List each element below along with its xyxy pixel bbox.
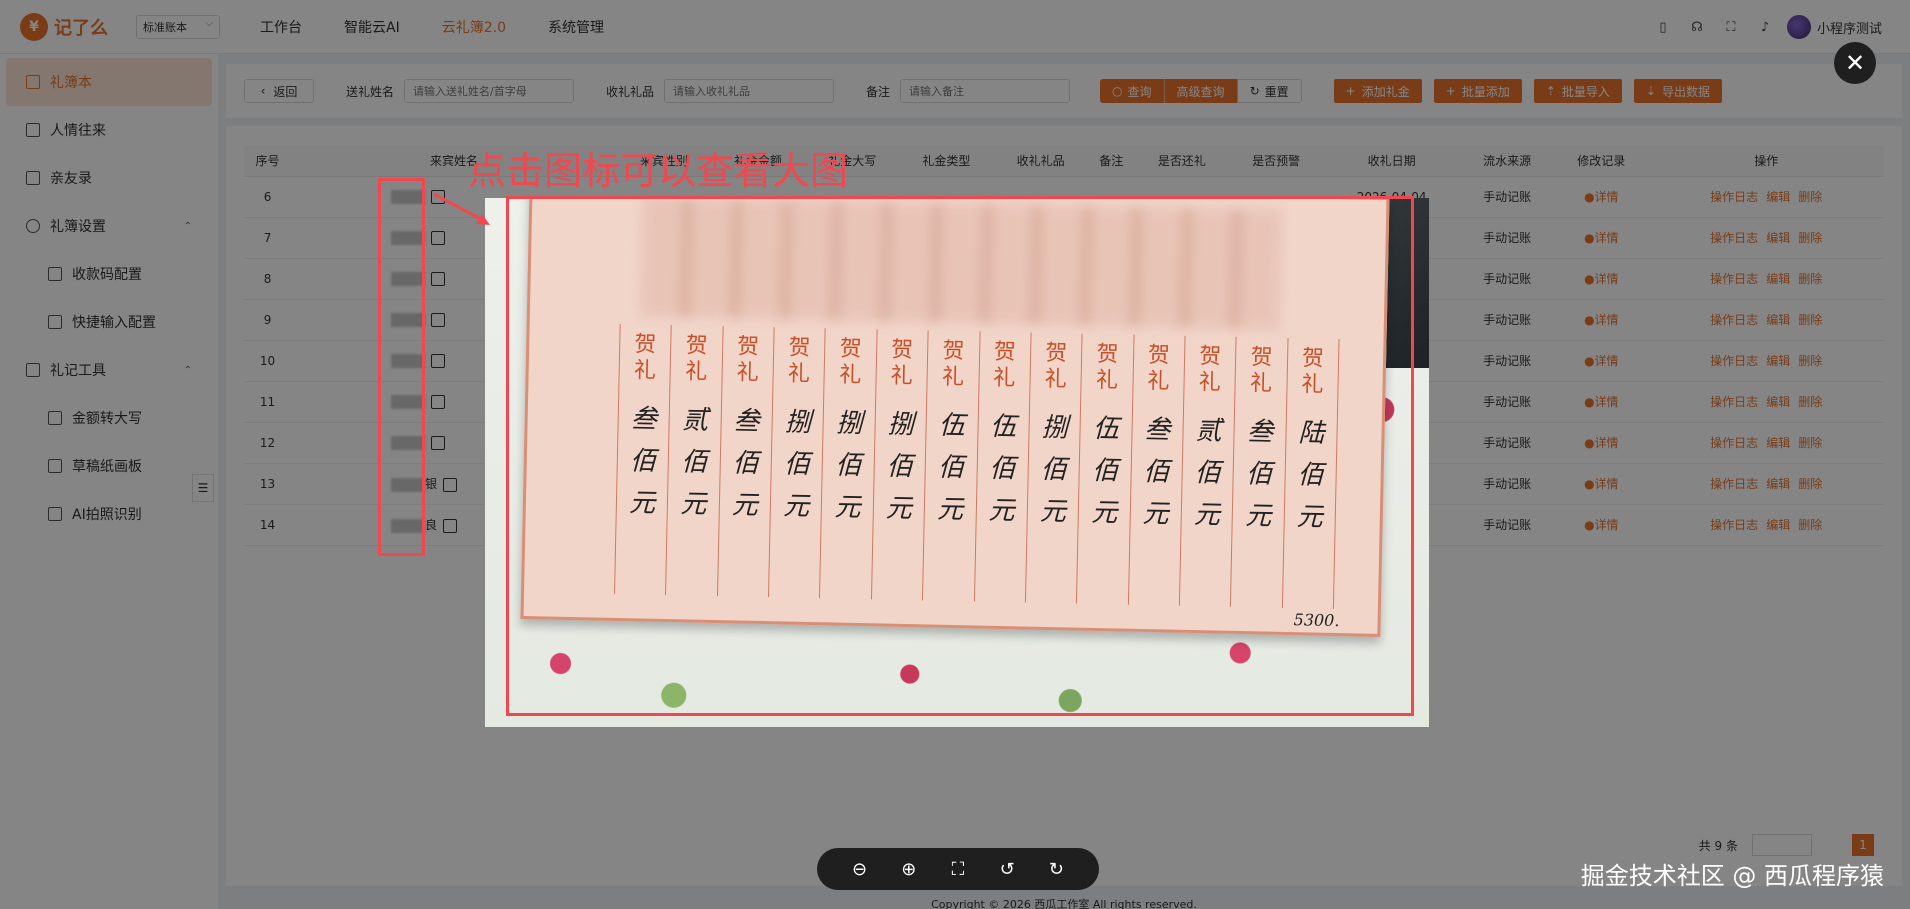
preview-toolbar: ⊖ ⊕ ⛶ ↺ ↻ [817,848,1099,890]
annotation-image-box [506,196,1414,716]
zoom-out-icon[interactable]: ⊖ [849,858,871,880]
watermark: 掘金技术社区 @ 西瓜程序猿 [1580,862,1884,890]
close-preview-button[interactable]: ✕ [1834,42,1876,84]
rotate-left-icon[interactable]: ↺ [996,858,1018,880]
fit-screen-icon[interactable]: ⛶ [947,858,969,880]
rotate-right-icon[interactable]: ↻ [1045,858,1067,880]
annotation-text: 点击图标可以查看大图 [468,149,849,193]
annotation-icon-box [378,178,425,556]
annotation-arrow [433,192,490,225]
zoom-in-icon[interactable]: ⊕ [898,858,920,880]
